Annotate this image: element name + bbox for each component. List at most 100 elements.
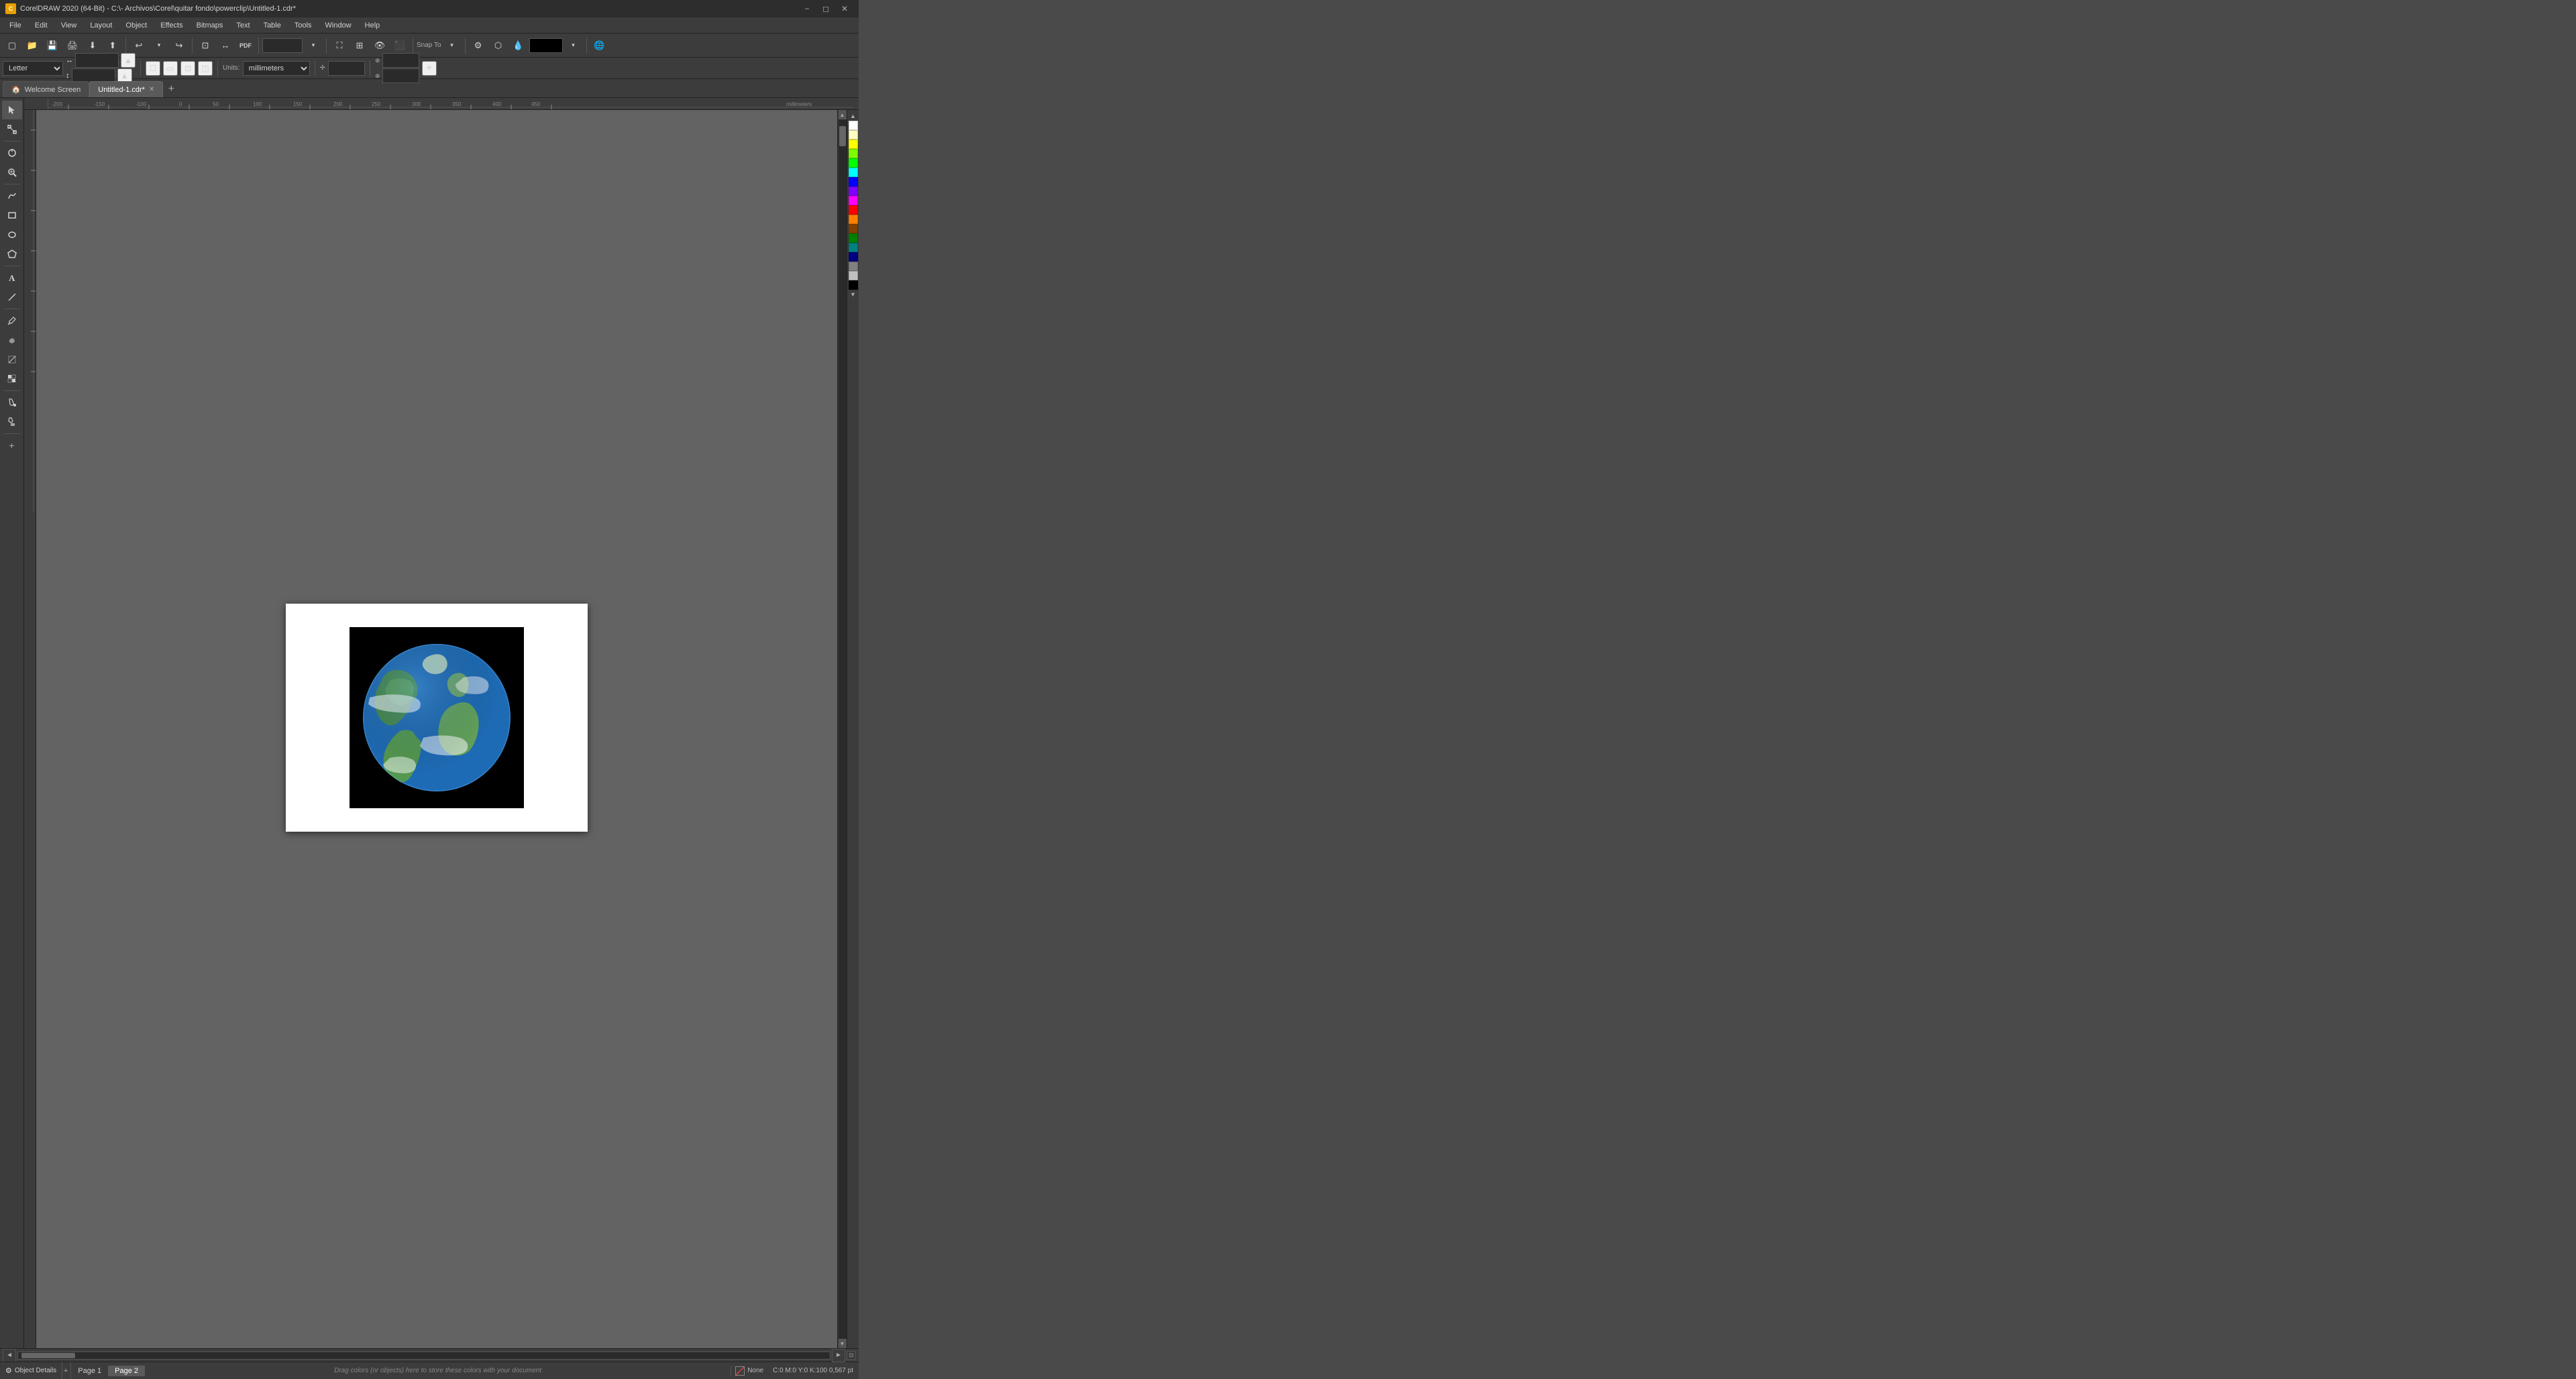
color-blue[interactable] (849, 177, 858, 186)
nudge-input[interactable]: 0,1 mm (328, 61, 365, 76)
color-lightyellow[interactable] (849, 130, 858, 140)
color-lime[interactable] (849, 149, 858, 158)
units-select[interactable]: millimeters (243, 61, 310, 76)
add-page-status[interactable]: + (64, 1367, 68, 1375)
menu-layout[interactable]: Layout (83, 20, 119, 31)
menu-file[interactable]: File (3, 20, 28, 31)
color-orange[interactable] (849, 215, 858, 224)
zoom-tool[interactable] (2, 163, 22, 182)
pointer-tool[interactable] (2, 101, 22, 119)
open-button[interactable]: 📁 (23, 36, 42, 55)
menu-table[interactable]: Table (257, 20, 288, 31)
color-darkgreen[interactable] (849, 233, 858, 243)
undo-list-button[interactable]: ▾ (150, 36, 168, 55)
color-yellow[interactable] (849, 140, 858, 149)
menu-effects[interactable]: Effects (154, 20, 189, 31)
rectangle-tool[interactable] (2, 206, 22, 225)
color-red[interactable] (849, 205, 858, 215)
page-borders-button[interactable]: ⊡ (180, 61, 195, 76)
print-button[interactable]: 🖨 (63, 36, 82, 55)
color-black[interactable] (849, 280, 858, 290)
pixel-view-button[interactable]: ⬛ (390, 36, 409, 55)
grid-button[interactable]: ⊞ (350, 36, 369, 55)
portrait-button[interactable]: ☐ (146, 61, 160, 76)
color-teal[interactable] (849, 243, 858, 252)
page-size-select[interactable]: Letter (3, 61, 63, 76)
canvas[interactable] (36, 110, 837, 1348)
node-tool[interactable] (2, 120, 22, 139)
ellipse-tool[interactable] (2, 225, 22, 244)
save-button[interactable]: 💾 (43, 36, 62, 55)
color-gray[interactable] (849, 262, 858, 271)
snap-dropdown[interactable]: ▾ (443, 36, 462, 55)
width-spinner-up[interactable]: ▲ (121, 53, 136, 68)
checkerboard-tool[interactable] (2, 370, 22, 388)
color-magenta[interactable] (849, 196, 858, 205)
paint-tool[interactable] (2, 412, 22, 431)
tab-welcome-screen[interactable]: 🏠 Welcome Screen (3, 81, 89, 97)
horizontal-scrollbar[interactable] (17, 1352, 830, 1360)
page-tab-2[interactable]: Page 2 (108, 1366, 145, 1376)
color-styles-button[interactable]: ⬡ (489, 36, 508, 55)
full-screen-button[interactable]: ⛶ (330, 36, 349, 55)
h-scroll-thumb[interactable] (21, 1353, 75, 1358)
menu-bitmaps[interactable]: Bitmaps (190, 20, 230, 31)
duplicate1-input[interactable]: 5,0 mm (382, 53, 419, 68)
eyedropper-tool[interactable] (2, 311, 22, 330)
color-white[interactable] (849, 121, 858, 130)
color-navy[interactable] (849, 252, 858, 262)
options-button[interactable]: ⚙ (469, 36, 488, 55)
color-dropdown[interactable]: ▾ (564, 36, 583, 55)
close-button[interactable]: ✕ (836, 2, 853, 15)
menu-window[interactable]: Window (319, 20, 358, 31)
menu-edit[interactable]: Edit (28, 20, 54, 31)
smart-fill-tool[interactable] (2, 331, 22, 349)
zoom-dropdown[interactable]: ▾ (304, 36, 323, 55)
menu-view[interactable]: View (54, 20, 84, 31)
tab-document[interactable]: Untitled-1.cdr* ✕ (89, 81, 163, 97)
fit-width-button[interactable]: ↔ (216, 36, 235, 55)
menu-tools[interactable]: Tools (288, 20, 319, 31)
color-green[interactable] (849, 158, 858, 168)
transform-tool[interactable] (2, 144, 22, 162)
color-purple[interactable] (849, 186, 858, 196)
add-page-nav[interactable]: + (2, 436, 22, 455)
scroll-thumb[interactable] (839, 126, 846, 146)
duplicate2-input[interactable]: 5,0 mm (382, 68, 419, 83)
h-scroll-right[interactable]: ► (832, 1349, 845, 1362)
palette-scroll-up[interactable]: ▲ (850, 111, 856, 121)
bleed-button[interactable]: ◫ (198, 61, 213, 76)
freehand-tool[interactable] (2, 186, 22, 205)
color-box[interactable] (529, 38, 563, 53)
page-tab-1[interactable]: Page 1 (71, 1366, 108, 1376)
vertical-scrollbar[interactable]: ▲ ▼ (837, 110, 847, 1348)
add-tab-button[interactable]: + (163, 81, 179, 97)
line-tool[interactable] (2, 288, 22, 307)
minimize-button[interactable]: − (798, 2, 816, 15)
color-cyan[interactable] (849, 168, 858, 177)
undo-button[interactable]: ↩ (129, 36, 148, 55)
menu-object[interactable]: Object (119, 20, 154, 31)
zoom-input[interactable]: 46% (262, 38, 303, 53)
import-button[interactable]: ⬇ (83, 36, 102, 55)
palette-scroll-down[interactable]: ▼ (850, 290, 856, 299)
menu-text[interactable]: Text (229, 20, 256, 31)
new-button[interactable]: ▢ (3, 36, 21, 55)
polygon-tool[interactable] (2, 245, 22, 264)
h-scroll-left[interactable]: ◄ (3, 1349, 16, 1362)
menu-help[interactable]: Help (358, 20, 387, 31)
pdf-button[interactable]: PDF (236, 36, 255, 55)
fill-tool[interactable] (2, 393, 22, 412)
export-button[interactable]: ⬆ (103, 36, 122, 55)
scroll-down-button[interactable]: ▼ (839, 1339, 847, 1348)
fit-page-button[interactable]: ⊡ (196, 36, 215, 55)
landscape-button[interactable]: ▭ (163, 61, 178, 76)
color-lightgray[interactable] (849, 271, 858, 280)
add-page-button[interactable]: + (422, 61, 437, 76)
restore-button[interactable]: ◻ (817, 2, 835, 15)
globe-button[interactable]: 🌐 (590, 36, 609, 55)
color-brown[interactable] (849, 224, 858, 233)
scroll-up-button[interactable]: ▲ (839, 110, 847, 119)
view-manager-button[interactable]: 👁 (370, 36, 389, 55)
redo-button[interactable]: ↪ (170, 36, 189, 55)
